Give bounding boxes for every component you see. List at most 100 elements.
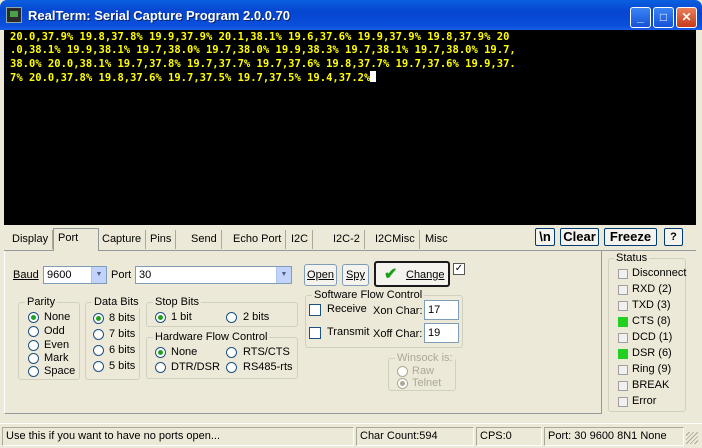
winsock-telnet-radio[interactable] — [397, 378, 408, 389]
hw-flow-rts-cts-radio[interactable] — [226, 347, 237, 358]
char-count: Char Count:594 — [356, 427, 474, 446]
minimize-button[interactable]: _ — [630, 7, 651, 28]
maximize-button[interactable]: □ — [653, 7, 674, 28]
close-button[interactable]: ✕ — [676, 7, 697, 28]
xon-label: Xon Char: — [373, 305, 423, 317]
title-bar: RealTerm: Serial Capture Program 2.0.0.7… — [0, 0, 702, 30]
resize-grip-icon[interactable] — [686, 432, 698, 444]
open-button[interactable]: Open — [304, 264, 337, 286]
hw-flow-dtr-dsr-radio[interactable] — [155, 362, 166, 373]
parity-space-radio[interactable] — [28, 366, 39, 377]
stop-bits-title: Stop Bits — [153, 296, 202, 308]
tab-echo-port[interactable]: Echo Port — [229, 230, 287, 249]
led-dcd — [618, 333, 628, 343]
stop-bits-group: Stop Bits — [146, 296, 298, 327]
data-bits-8-radio[interactable] — [93, 313, 104, 324]
newline-button[interactable]: \n — [535, 228, 555, 246]
tab-misc[interactable]: Misc — [421, 230, 452, 249]
terminal-line: .0,38.1% 19.9,38.1% 19.7,38.0% 19.7,38.0… — [10, 44, 516, 57]
terminal-line: 7% 20.0,37.8% 19.8,37.6% 19.7,37.5% 19.7… — [10, 70, 690, 85]
tab-pins[interactable]: Pins — [146, 230, 177, 249]
parity-odd-label: Odd — [44, 325, 65, 337]
baud-select[interactable]: 9600 ▼ — [43, 266, 107, 284]
tab-i2cmisc[interactable]: I2CMisc — [371, 230, 420, 249]
led-dsr — [618, 349, 628, 359]
baud-label: Baud — [13, 269, 39, 281]
parity-even-radio[interactable] — [28, 340, 39, 351]
xoff-char-input[interactable]: 19 — [424, 323, 459, 343]
status-dcd-label: DCD (1) — [632, 331, 673, 343]
data-bits-7-label: 7 bits — [109, 328, 136, 340]
help-button[interactable]: ? — [664, 228, 683, 246]
chevron-down-icon[interactable]: ▼ — [276, 267, 291, 283]
clear-button[interactable]: Clear — [560, 228, 599, 246]
led-rxd — [618, 285, 628, 295]
parity-even-label: Even — [44, 339, 70, 351]
stop-bits-2-label: 2 bits — [243, 311, 270, 323]
parity-mark-radio[interactable] — [28, 353, 39, 364]
parity-none-label: None — [44, 311, 71, 323]
tab-port[interactable]: Port — [53, 228, 99, 251]
parity-none-radio[interactable] — [28, 312, 39, 323]
check-icon: ✓ — [454, 263, 464, 274]
software-flow-title: Software Flow Control — [312, 289, 425, 301]
hw-flow-rs485-label: RS485-rts — [243, 361, 293, 373]
tab-i2c-2[interactable]: I2C-2 — [329, 230, 365, 249]
baud-value: 9600 — [47, 269, 72, 281]
led-cts — [618, 317, 628, 327]
tab-i2c[interactable]: I2C — [287, 230, 314, 249]
port-select[interactable]: 30 ▼ — [135, 266, 292, 284]
hardware-flow-title: Hardware Flow Control — [153, 331, 270, 343]
led-txd — [618, 301, 628, 311]
freeze-button[interactable]: Freeze — [604, 228, 657, 246]
close-icon: ✕ — [681, 10, 692, 24]
hw-flow-none-label: None — [171, 346, 198, 358]
xon-char-input[interactable]: 17 — [424, 300, 459, 320]
stop-bits-1-radio[interactable] — [155, 312, 166, 323]
data-bits-5-radio[interactable] — [93, 361, 104, 372]
parity-odd-radio[interactable] — [28, 326, 39, 337]
winsock-raw-radio[interactable] — [397, 366, 408, 377]
port-info: Port: 30 9600 8N1 None — [544, 427, 684, 446]
tab-send[interactable]: Send — [187, 230, 222, 249]
receive-checkbox[interactable] — [309, 304, 321, 316]
status-rxd-label: RXD (2) — [632, 283, 672, 295]
change-button[interactable]: ✔ Change — [374, 261, 450, 287]
led-error — [618, 397, 628, 407]
stop-bits-1-label: 1 bit — [171, 311, 192, 323]
spy-label: Spy — [346, 269, 365, 281]
winsock-title: Winsock is: — [395, 352, 455, 364]
window-title: RealTerm: Serial Capture Program 2.0.0.7… — [28, 8, 291, 23]
winsock-raw-label: Raw — [412, 365, 435, 377]
spy-button[interactable]: Spy — [342, 264, 369, 286]
hw-flow-none-radio[interactable] — [155, 347, 166, 358]
status-dsr-label: DSR (6) — [632, 347, 672, 359]
terminal-line-text: 7% 20.0,37.8% 19.8,37.6% 19.7,37.5% 19.7… — [10, 71, 371, 84]
data-bits-7-radio[interactable] — [93, 329, 104, 340]
terminal-line: 38.0% 20.0,38.1% 19.7,37.8% 19.7,37.7% 1… — [10, 57, 516, 70]
terminal-output[interactable]: 20.0,37.9% 19.8,37.8% 19.9,37.9% 20.1,38… — [4, 30, 696, 225]
transmit-checkbox[interactable] — [309, 327, 321, 339]
status-hint: Use this if you want to have no ports op… — [2, 427, 354, 446]
data-bits-6-radio[interactable] — [93, 345, 104, 356]
stop-bits-2-radio[interactable] — [226, 312, 237, 323]
parity-mark-label: Mark — [44, 352, 69, 364]
port-label: Port — [111, 269, 132, 281]
hw-flow-dtr-dsr-label: DTR/DSR — [171, 361, 220, 373]
parity-space-label: Space — [44, 365, 76, 377]
tab-capture[interactable]: Capture — [98, 230, 147, 249]
change-checkbox[interactable]: ✓ — [453, 263, 465, 275]
data-bits-6-label: 6 bits — [109, 344, 136, 356]
parity-title: Parity — [25, 296, 58, 308]
data-bits-title: Data Bits — [92, 296, 141, 308]
led-break — [618, 381, 628, 391]
checkmark-icon: ✔ — [384, 266, 398, 283]
tab-display[interactable]: Display — [8, 230, 54, 249]
status-txd-label: TXD (3) — [632, 299, 671, 311]
minimize-icon: _ — [637, 10, 644, 24]
status-disconnect-label: Disconnect — [632, 267, 687, 279]
chevron-down-icon[interactable]: ▼ — [91, 267, 106, 283]
status-title: Status — [614, 252, 650, 264]
hw-flow-rs485-radio[interactable] — [226, 362, 237, 373]
led-ring — [618, 365, 628, 375]
